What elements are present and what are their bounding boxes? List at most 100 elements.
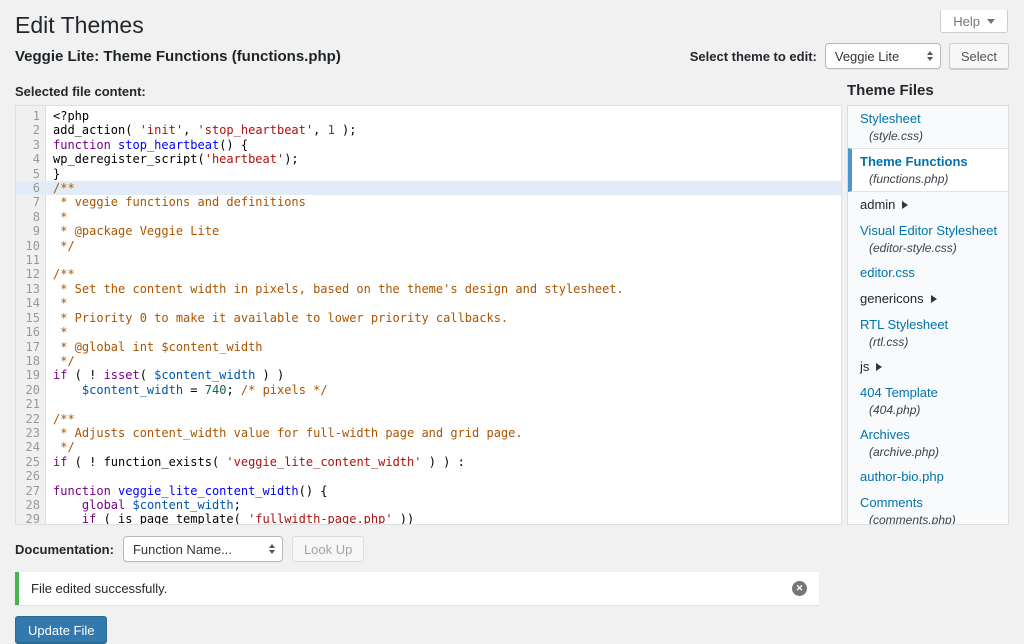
- documentation-select[interactable]: Function Name...: [123, 536, 283, 562]
- content-row: Selected file content: 1<?php2add_action…: [15, 78, 1009, 525]
- line-number: 13: [16, 282, 46, 296]
- theme-file-link[interactable]: editor.css: [860, 265, 915, 281]
- code-text: /**: [46, 267, 75, 281]
- code-line: 2add_action( 'init', 'stop_heartbeat', 1…: [16, 123, 841, 137]
- theme-file-link[interactable]: RTL Stylesheet: [860, 317, 948, 333]
- line-number: 6: [16, 181, 46, 195]
- line-number: 1: [16, 109, 46, 123]
- theme-file-desc: (archive.php): [869, 446, 1000, 459]
- circle-x-icon[interactable]: ✕: [792, 581, 807, 596]
- theme-file-item[interactable]: editor.css: [848, 260, 1008, 286]
- theme-folder-genericons[interactable]: genericons: [848, 286, 1008, 312]
- folder-label: admin: [860, 197, 895, 213]
- code-line: 24 */: [16, 440, 841, 454]
- line-number: 29: [16, 512, 46, 525]
- code-line: 11: [16, 253, 841, 267]
- theme-file-link[interactable]: Theme Functions: [860, 154, 968, 170]
- code-line: 17 * @global int $content_width: [16, 340, 841, 354]
- theme-file-link[interactable]: Visual Editor Stylesheet: [860, 223, 997, 239]
- code-text: * @global int $content_width: [46, 340, 263, 354]
- theme-file-item[interactable]: Comments(comments.php): [848, 490, 1008, 525]
- code-text: function veggie_lite_content_width() {: [46, 484, 328, 498]
- code-line: 6/**: [16, 181, 841, 195]
- line-number: 20: [16, 383, 46, 397]
- notice-message: File edited successfully.: [31, 581, 167, 596]
- help-tab[interactable]: Help: [940, 10, 1008, 33]
- theme-files-sidebar: Theme Files Stylesheet(style.css)Theme F…: [847, 78, 1009, 525]
- theme-file-link[interactable]: 404 Template: [860, 385, 938, 401]
- code-text: [46, 253, 53, 267]
- theme-file-item[interactable]: Stylesheet(style.css): [848, 106, 1008, 148]
- theme-file-desc: (editor-style.css): [869, 242, 1000, 255]
- select-theme-button[interactable]: Select: [949, 43, 1009, 69]
- code-text: */: [46, 239, 75, 253]
- code-line: 21: [16, 397, 841, 411]
- theme-file-link[interactable]: Comments: [860, 495, 923, 511]
- triangle-right-icon: [876, 363, 882, 371]
- theme-file-item[interactable]: Archives (archive.php): [848, 422, 1008, 464]
- code-text: /**: [46, 181, 75, 195]
- code-text: }: [46, 167, 60, 181]
- code-line: 12/**: [16, 267, 841, 281]
- theme-select[interactable]: Veggie Lite: [825, 43, 941, 69]
- line-number: 26: [16, 469, 46, 483]
- line-number: 24: [16, 440, 46, 454]
- update-file-button[interactable]: Update File: [15, 616, 107, 644]
- code-text: * @package Veggie Lite: [46, 224, 219, 238]
- code-line: 20 $content_width = 740; /* pixels */: [16, 383, 841, 397]
- code-line: 15 * Priority 0 to make it available to …: [16, 311, 841, 325]
- code-line: 4wp_deregister_script('heartbeat');: [16, 152, 841, 166]
- theme-files-title: Theme Files: [847, 82, 934, 99]
- code-line: 13 * Set the content width in pixels, ba…: [16, 282, 841, 296]
- theme-file-link[interactable]: author-bio.php: [860, 469, 944, 485]
- code-text: if ( is_page_template( 'fullwidth-page.p…: [46, 512, 414, 525]
- code-text: * Priority 0 to make it available to low…: [46, 311, 508, 325]
- theme-file-item[interactable]: author-bio.php: [848, 464, 1008, 490]
- theme-folder-js[interactable]: js: [848, 354, 1008, 380]
- current-file-title: Veggie Lite: Theme Functions (functions.…: [15, 48, 341, 65]
- selected-file-content-label: Selected file content:: [15, 84, 146, 99]
- theme-file-item[interactable]: 404 Template(404.php): [848, 380, 1008, 422]
- theme-file-link[interactable]: Stylesheet: [860, 111, 921, 127]
- line-number: 3: [16, 138, 46, 152]
- select-theme-label: Select theme to edit:: [690, 49, 817, 64]
- theme-file-desc: (rtl.css): [869, 336, 1000, 349]
- lookup-button[interactable]: Look Up: [292, 536, 364, 562]
- theme-select-value: Veggie Lite: [835, 49, 899, 64]
- theme-file-link[interactable]: Archives: [860, 427, 910, 443]
- updown-arrows-icon: [269, 544, 275, 554]
- code-text: $content_width = 740; /* pixels */: [46, 383, 328, 397]
- code-line: 18 */: [16, 354, 841, 368]
- code-line: 9 * @package Veggie Lite: [16, 224, 841, 238]
- theme-file-item[interactable]: Visual Editor Stylesheet (editor-style.cs…: [848, 218, 1008, 260]
- chevron-down-icon: [987, 19, 995, 24]
- line-number: 23: [16, 426, 46, 440]
- theme-folder-admin[interactable]: admin: [848, 192, 1008, 218]
- folder-label: js: [860, 359, 869, 375]
- line-number: 8: [16, 210, 46, 224]
- code-text: * veggie functions and definitions: [46, 195, 306, 209]
- code-text: * Adjusts content_width value for full-w…: [46, 426, 523, 440]
- theme-file-item[interactable]: RTL Stylesheet (rtl.css): [848, 312, 1008, 354]
- line-number: 27: [16, 484, 46, 498]
- code-text: [46, 397, 53, 411]
- code-text: [46, 469, 53, 483]
- line-number: 16: [16, 325, 46, 339]
- code-text: wp_deregister_script('heartbeat');: [46, 152, 299, 166]
- theme-file-item[interactable]: Theme Functions (functions.php): [848, 148, 1008, 192]
- line-number: 5: [16, 167, 46, 181]
- line-number: 9: [16, 224, 46, 238]
- triangle-right-icon: [902, 201, 908, 209]
- code-text: /**: [46, 412, 75, 426]
- subtitle-row: Veggie Lite: Theme Functions (functions.…: [15, 43, 1009, 69]
- line-number: 14: [16, 296, 46, 310]
- line-number: 10: [16, 239, 46, 253]
- code-text: if ( ! function_exists( 'veggie_lite_con…: [46, 455, 465, 469]
- code-line: 10 */: [16, 239, 841, 253]
- theme-file-desc: (functions.php): [869, 173, 1000, 186]
- code-text: *: [46, 325, 67, 339]
- documentation-row: Documentation: Function Name... Look Up: [15, 536, 1009, 562]
- folder-label: genericons: [860, 291, 924, 307]
- code-editor[interactable]: 1<?php2add_action( 'init', 'stop_heartbe…: [15, 105, 842, 525]
- line-number: 7: [16, 195, 46, 209]
